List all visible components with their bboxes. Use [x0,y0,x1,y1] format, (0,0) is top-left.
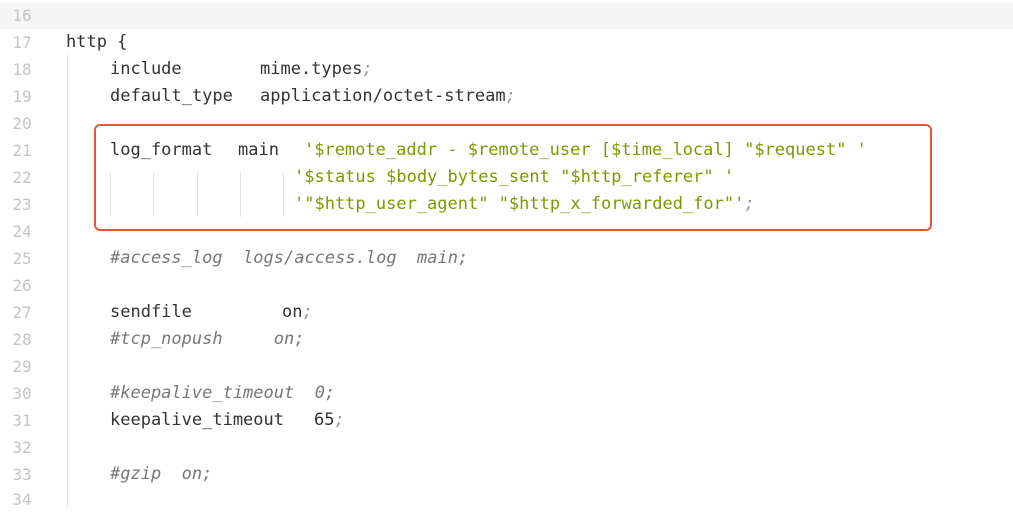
line-number: 17 [12,33,32,52]
comment: #access_log logs/access.log main; [110,248,469,268]
code-line-32[interactable]: 32 [0,434,1013,461]
line-text: http { [66,32,128,52]
line-number: 16 [12,6,32,25]
line-number: 20 [12,114,32,133]
comment: #gzip on; [110,464,213,484]
directive: default_type [110,86,233,106]
line-number: 32 [12,438,32,457]
line-number: 34 [12,490,32,509]
code-line-17[interactable]: 17 http { [0,29,1013,56]
value-text: application/octet-stream [260,86,506,106]
code-line-16[interactable]: 16 [0,2,1013,29]
value-text: mime.types [260,59,363,79]
directive-value: application/octet-stream; [260,83,516,110]
line-number: 27 [12,303,32,322]
code-line-25[interactable]: 25 #access_log logs/access.log main; [0,245,1013,272]
comment: #tcp_nopush on; [110,329,305,349]
code-line-19[interactable]: 19 default_type application/octet-stream… [0,83,1013,110]
line-number: 18 [12,60,32,79]
line-number: 23 [12,195,32,214]
code-line-34[interactable]: 34 [0,486,1013,509]
line-number: 26 [12,276,32,295]
line-number: 30 [12,384,32,403]
comment: #keepalive_timeout 0; [110,383,336,403]
line-number: 31 [12,411,32,430]
line-number: 21 [12,141,32,160]
code-editor[interactable]: 16 17 http { 18 include mime.types; 19 d… [0,0,1013,509]
directive: include [110,59,182,79]
value-text: on [282,302,303,322]
semicolon: ; [362,59,373,79]
code-line-31[interactable]: 31 keepalive_timeout 65; [0,407,1013,434]
directive: sendfile [110,302,192,322]
line-number: 24 [12,222,32,241]
line-number: 29 [12,357,32,376]
semicolon: ; [302,302,313,322]
semicolon: ; [505,86,516,106]
code-line-30[interactable]: 30 #keepalive_timeout 0; [0,380,1013,407]
line-number: 19 [12,87,32,106]
highlight-annotation-box [94,124,932,231]
value-text: 65 [314,410,335,430]
code-line-26[interactable]: 26 [0,272,1013,299]
code-line-18[interactable]: 18 include mime.types; [0,56,1013,83]
directive: keepalive_timeout [110,410,284,430]
semicolon: ; [334,410,345,430]
line-number: 33 [12,465,32,484]
line-number: 28 [12,330,32,349]
code-line-33[interactable]: 33 #gzip on; [0,461,1013,488]
directive-value: 65; [314,407,345,434]
code-line-29[interactable]: 29 [0,353,1013,380]
directive-value: mime.types; [260,56,373,83]
directive-value: on; [282,299,313,326]
code-line-27[interactable]: 27 sendfile on; [0,299,1013,326]
code-line-28[interactable]: 28 #tcp_nopush on; [0,326,1013,353]
line-number: 22 [12,168,32,187]
line-number: 25 [12,249,32,268]
